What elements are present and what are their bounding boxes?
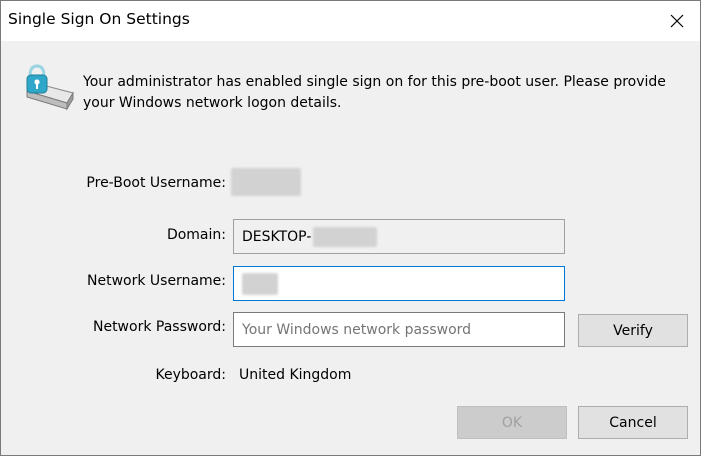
redacted-text xyxy=(231,168,301,196)
network-password-placeholder: Your Windows network password xyxy=(242,321,472,338)
cancel-button[interactable]: Cancel xyxy=(578,406,688,439)
ok-button[interactable]: OK xyxy=(457,406,567,439)
close-button[interactable] xyxy=(654,1,700,41)
redacted-text xyxy=(313,226,378,247)
title-bar: Single Sign On Settings xyxy=(1,1,700,41)
keyboard-label: Keyboard: xyxy=(155,367,226,383)
network-username-label: Network Username: xyxy=(87,273,226,289)
dialog-window: Single Sign On Settings Your administrat… xyxy=(0,0,701,456)
domain-value: DESKTOP- xyxy=(242,228,312,245)
domain-label: Domain: xyxy=(166,227,226,243)
lock-drive-icon xyxy=(26,64,74,111)
verify-button[interactable]: Verify xyxy=(578,314,688,347)
network-password-input[interactable]: Your Windows network password xyxy=(233,312,565,347)
info-message: Your administrator has enabled single si… xyxy=(83,74,666,111)
keyboard-value: United Kingdom xyxy=(239,367,352,383)
close-icon xyxy=(670,14,684,28)
preboot-username-label: Pre-Boot Username: xyxy=(86,175,226,191)
window-title: Single Sign On Settings xyxy=(8,10,190,28)
network-username-input[interactable] xyxy=(233,266,565,301)
network-password-label: Network Password: xyxy=(92,319,226,335)
domain-field: DESKTOP- xyxy=(233,219,565,254)
preboot-username-value xyxy=(231,168,301,200)
redacted-text xyxy=(242,272,278,295)
